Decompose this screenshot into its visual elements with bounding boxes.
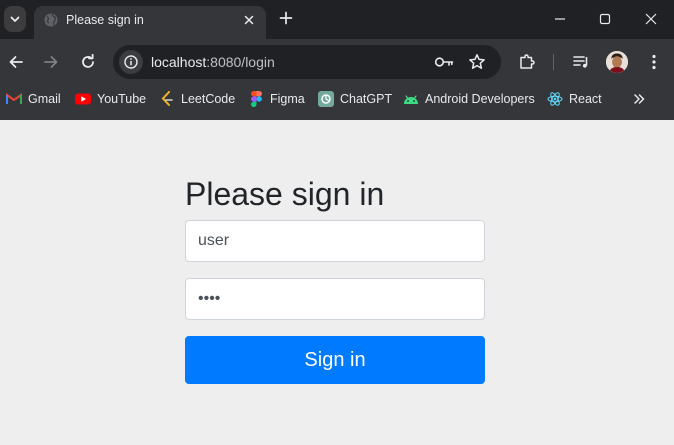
- chatgpt-icon: [318, 91, 334, 107]
- playlist-icon: [573, 56, 588, 68]
- tab-close-button[interactable]: [240, 11, 258, 29]
- url-host: localhost: [151, 54, 207, 70]
- bookmark-label: Gmail: [28, 92, 61, 106]
- tab-title: Please sign in: [66, 13, 144, 27]
- leetcode-icon: [159, 91, 175, 107]
- avatar-icon: [606, 51, 628, 73]
- globe-icon: [44, 13, 58, 27]
- puzzle-icon: [520, 54, 535, 69]
- more-bookmarks-button[interactable]: [630, 90, 648, 108]
- double-chevron-right-icon: [634, 94, 645, 104]
- new-tab-button[interactable]: [276, 8, 296, 28]
- browser-menu-button[interactable]: [643, 51, 665, 73]
- plus-icon: [279, 11, 293, 25]
- bookmark-label: ChatGPT: [340, 92, 393, 106]
- gmail-icon: [6, 91, 22, 107]
- bookmark-chatgpt[interactable]: ChatGPT: [318, 85, 392, 113]
- bookmark-label: Android Developers: [425, 92, 535, 106]
- bookmark-label: React: [569, 92, 602, 106]
- info-icon: [124, 55, 138, 69]
- star-icon: [469, 54, 485, 69]
- bookmark-android-developers[interactable]: Android Developers: [403, 85, 535, 113]
- active-tab[interactable]: Please sign in: [34, 6, 266, 39]
- address-url: localhost:8080/login: [151, 54, 275, 70]
- bookmark-react[interactable]: React: [547, 85, 602, 113]
- arrow-right-icon: [44, 56, 58, 68]
- arrow-left-icon: [9, 56, 23, 68]
- bookmark-youtube[interactable]: YouTube: [75, 85, 146, 113]
- sign-in-button[interactable]: Sign in: [185, 336, 485, 384]
- toolbar-separator: [553, 54, 554, 70]
- minimize-icon: [555, 18, 565, 20]
- page-content: Please sign in Sign in: [0, 120, 674, 445]
- maximize-icon: [599, 13, 611, 25]
- minimize-button[interactable]: [549, 8, 571, 30]
- close-icon: [244, 15, 254, 25]
- forward-button[interactable]: [40, 51, 62, 73]
- site-info-button[interactable]: [119, 50, 143, 74]
- close-icon: [645, 13, 657, 25]
- profile-avatar[interactable]: [606, 51, 628, 73]
- back-button[interactable]: [5, 51, 27, 73]
- browser-toolbar: localhost:8080/login: [0, 39, 674, 85]
- maximize-button[interactable]: [594, 8, 616, 30]
- window-close-button[interactable]: [640, 8, 662, 30]
- bookmark-label: Figma: [270, 92, 305, 106]
- bookmark-figma[interactable]: Figma: [248, 85, 305, 113]
- bookmark-label: LeetCode: [181, 92, 236, 106]
- reading-list-button[interactable]: [570, 51, 592, 73]
- password-manager-button[interactable]: [434, 52, 454, 72]
- bookmark-label: YouTube: [97, 92, 147, 106]
- reload-icon: [82, 54, 94, 68]
- url-path: :8080/login: [206, 54, 275, 70]
- android-icon: [403, 91, 419, 107]
- bookmarks-bar: Gmail YouTube LeetCode Figma ChatGPT And…: [0, 85, 674, 120]
- bookmark-leetcode[interactable]: LeetCode: [159, 85, 235, 113]
- react-icon: [547, 91, 563, 107]
- chevron-down-icon: [10, 16, 20, 22]
- youtube-icon: [75, 91, 91, 107]
- tab-search-button[interactable]: [4, 6, 26, 32]
- page-title: Please sign in: [185, 176, 385, 212]
- username-input[interactable]: [185, 220, 485, 262]
- password-input[interactable]: [185, 278, 485, 320]
- more-vertical-icon: [652, 54, 656, 70]
- address-bar[interactable]: localhost:8080/login: [113, 45, 501, 79]
- key-icon: [434, 57, 454, 67]
- figma-icon: [248, 91, 264, 107]
- reload-button[interactable]: [77, 51, 99, 73]
- tab-strip: Please sign in: [0, 0, 674, 39]
- extensions-button[interactable]: [516, 51, 538, 73]
- bookmark-star-button[interactable]: [467, 52, 487, 72]
- bookmark-gmail[interactable]: Gmail: [6, 85, 61, 113]
